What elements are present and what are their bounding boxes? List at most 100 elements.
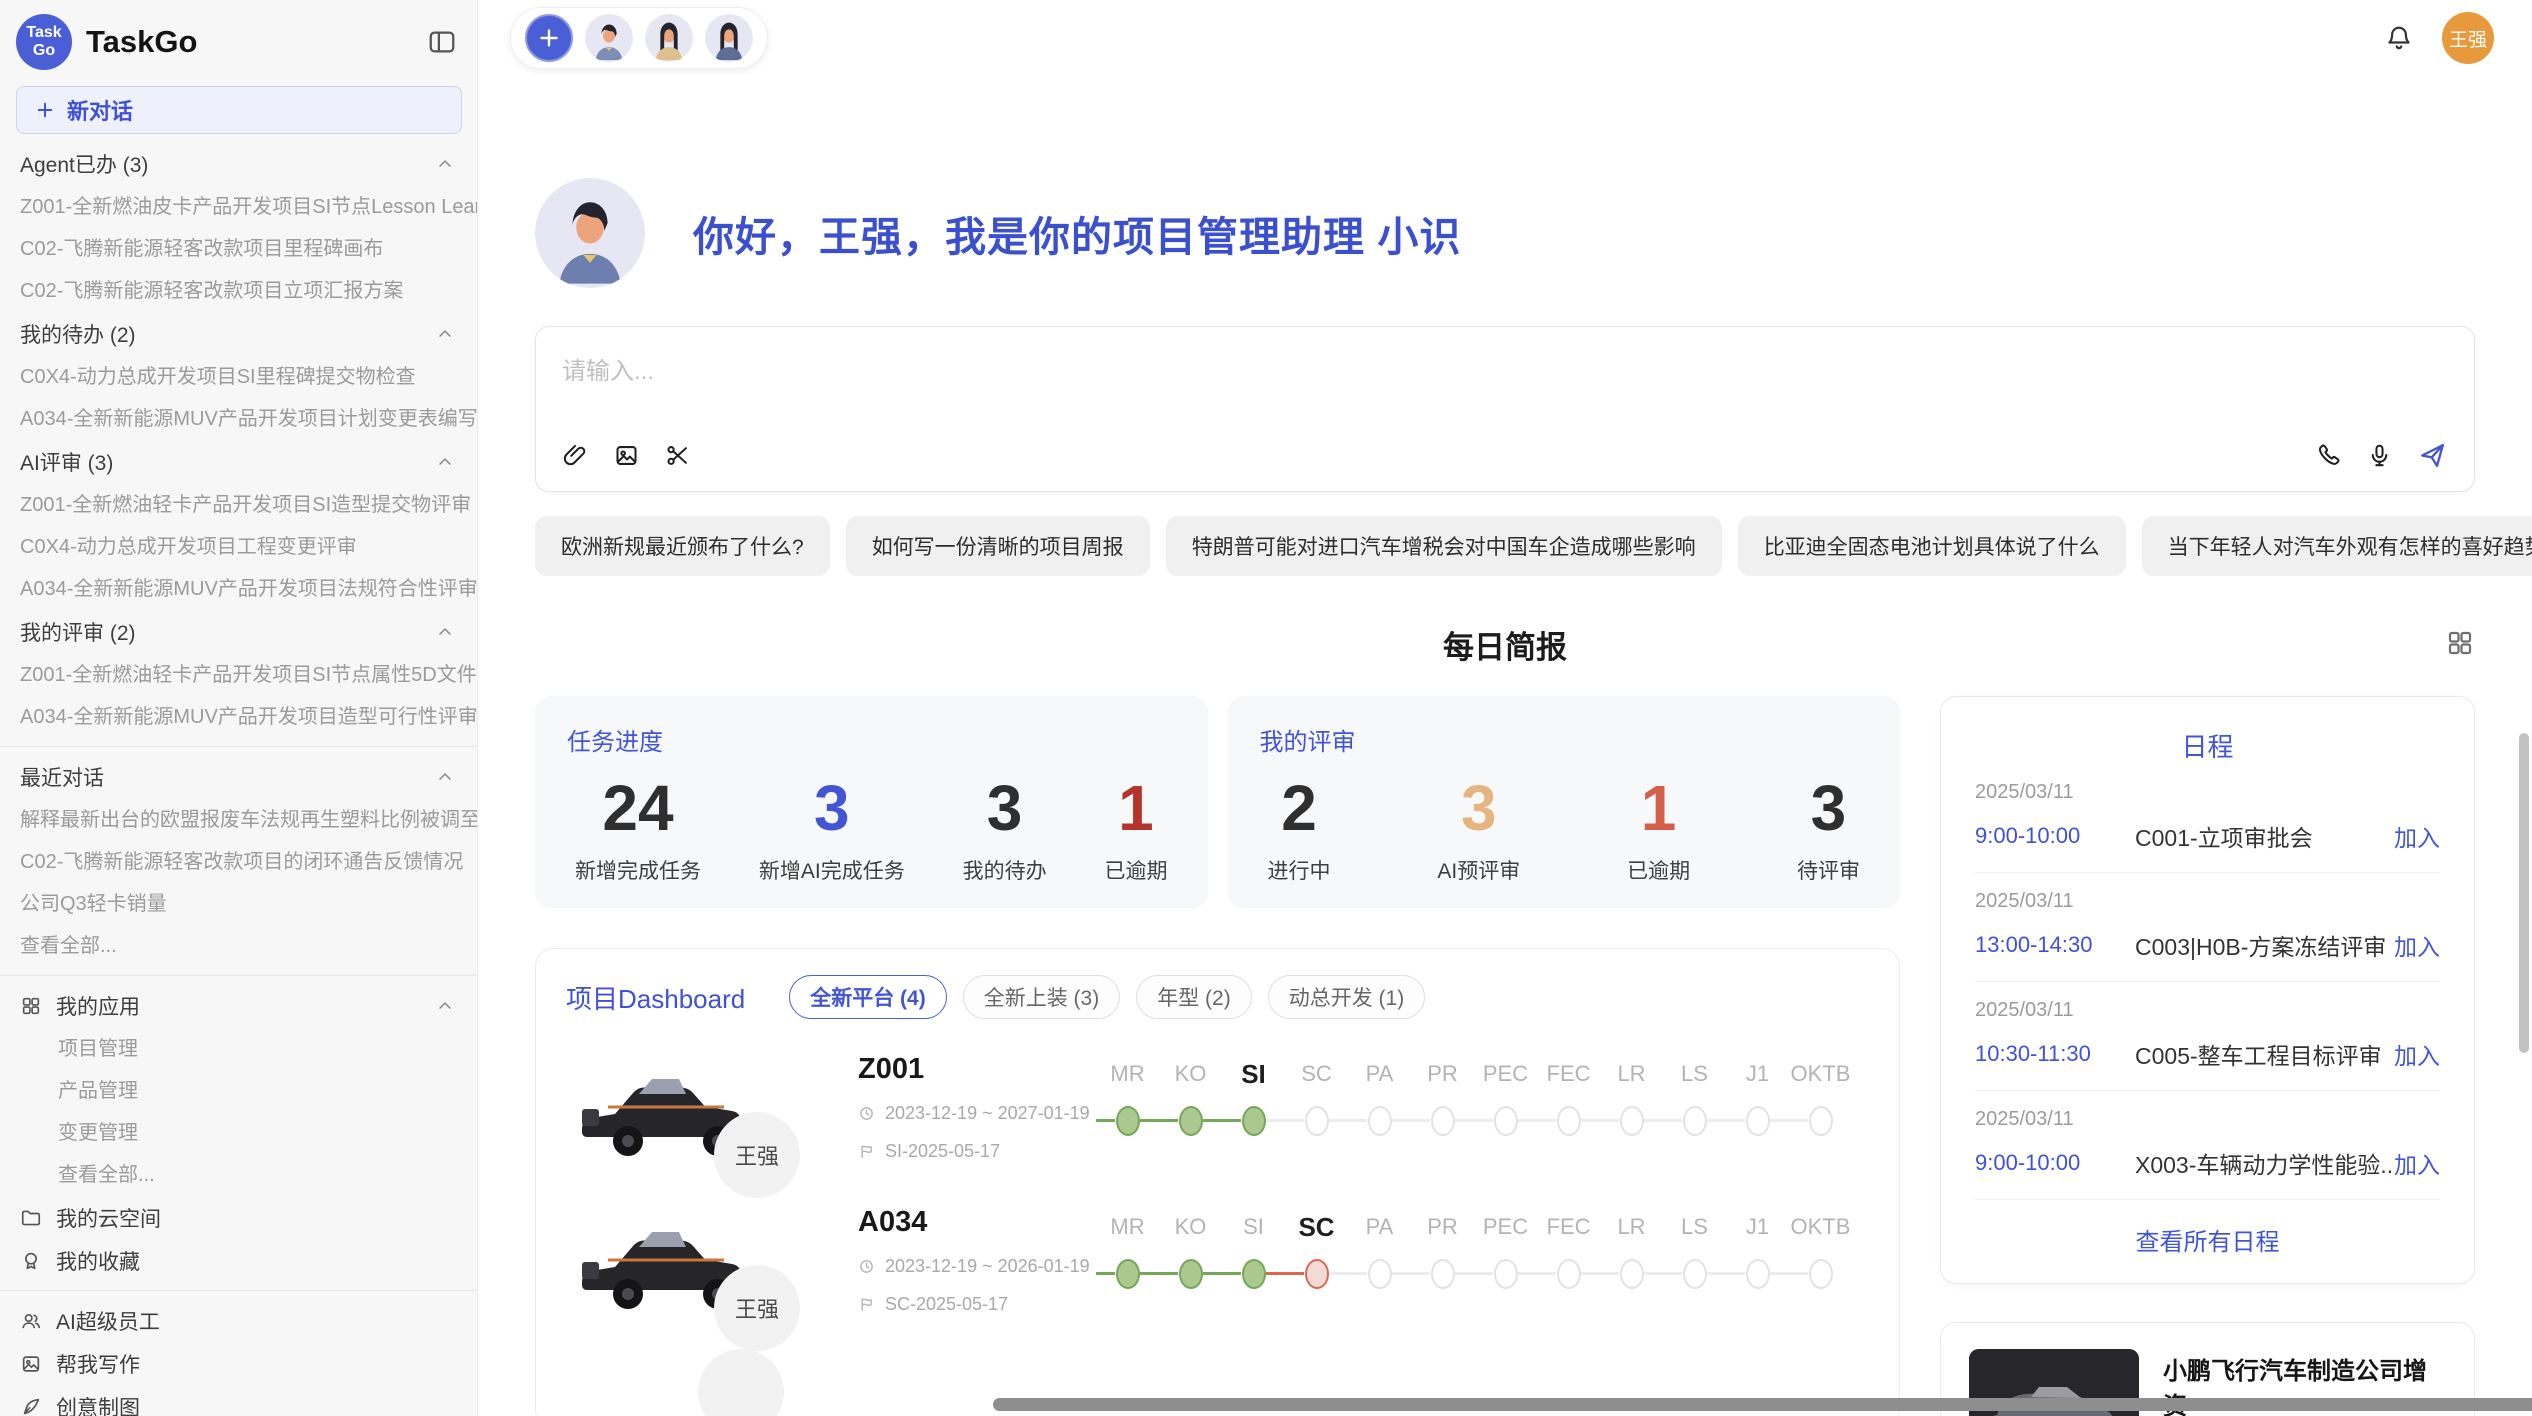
project-row: 王强A0342023-12-19 ~ 2026-01-19SC-2025-05-… <box>566 1202 1869 1325</box>
suggestion-chip[interactable]: 特朗普可能对进口汽车增税会对中国车企造成哪些影响 <box>1166 516 1722 576</box>
sidebar-item[interactable]: C02-飞腾新能源轻客改款项目里程碑画布 <box>0 228 477 270</box>
horizontal-scrollbar[interactable] <box>993 1398 2532 1411</box>
briefing-right-column: 日程 2025/03/119:00-10:00C001-立项审批会加入2025/… <box>1940 696 2475 1416</box>
sidebar-divider <box>0 975 477 976</box>
agent-avatar-female-2[interactable] <box>705 14 753 62</box>
send-icon[interactable] <box>2417 440 2448 471</box>
phone-icon[interactable] <box>2315 442 2342 469</box>
add-agent-button[interactable] <box>525 14 573 62</box>
dashboard-tab[interactable]: 全新平台 (4) <box>789 975 947 1019</box>
chevron-up-icon[interactable] <box>435 154 455 174</box>
dashboard-tab[interactable]: 年型 (2) <box>1136 975 1252 1019</box>
suggestion-chip[interactable]: 欧洲新规最近颁布了什么? <box>535 516 830 576</box>
milestone-label: OKTB <box>1789 1057 1852 1091</box>
sidebar-app-item[interactable]: 项目管理 <box>0 1028 477 1070</box>
collapse-sidebar-icon[interactable] <box>427 27 457 57</box>
sidebar-link-folder[interactable]: 我的云空间 <box>0 1196 477 1239</box>
milestone-connector <box>1770 1119 1789 1122</box>
join-link[interactable]: 加入 <box>2394 819 2440 853</box>
sidebar-item[interactable]: C0X4-动力总成开发项目SI里程碑提交物检查 <box>0 356 477 398</box>
sidebar-link-write[interactable]: 帮我写作 <box>0 1342 477 1385</box>
sidebar-app-item[interactable]: 产品管理 <box>0 1070 477 1112</box>
schedule-date: 2025/03/11 <box>1975 890 2440 913</box>
new-chat-button[interactable]: 新对话 <box>16 86 462 134</box>
chevron-up-icon[interactable] <box>435 996 455 1016</box>
sidebar-link-badge[interactable]: 我的收藏 <box>0 1239 477 1282</box>
sidebar-app-item[interactable]: 查看全部... <box>0 1154 477 1196</box>
scissors-icon[interactable] <box>664 442 691 469</box>
milestone-dot-row <box>1096 1254 1159 1294</box>
stat-value: 2 <box>1268 765 1331 851</box>
milestone-dot-row <box>1663 1101 1726 1141</box>
sidebar-group-header[interactable]: 我的评审 (2) <box>0 610 477 654</box>
milestone-dot-row <box>1348 1254 1411 1294</box>
sidebar-group-header[interactable]: AI评审 (3) <box>0 440 477 484</box>
sidebar-item[interactable]: 公司Q3轻卡销量 <box>0 883 477 925</box>
sidebar-group-header[interactable]: 最近对话 <box>0 755 477 799</box>
stat-label: 我的待办 <box>963 855 1047 885</box>
join-link[interactable]: 加入 <box>2394 1146 2440 1180</box>
milestone-label: SI <box>1222 1057 1285 1091</box>
mic-icon[interactable] <box>2366 442 2393 469</box>
sidebar-app-item[interactable]: 变更管理 <box>0 1112 477 1154</box>
sidebar-group-header[interactable]: 我的待办 (2) <box>0 312 477 356</box>
milestone-connector <box>1707 1272 1726 1275</box>
app-title: TaskGo <box>86 24 427 60</box>
chat-composer[interactable]: 请输入... <box>535 326 2475 492</box>
paperclip-icon[interactable] <box>562 442 589 469</box>
suggestion-chips: 欧洲新规最近颁布了什么? 如何写一份清晰的项目周报特朗普可能对进口汽车增税会对中国… <box>535 516 2475 576</box>
join-link[interactable]: 加入 <box>2394 928 2440 962</box>
milestone-connector <box>1140 1272 1159 1275</box>
agent-avatar-male-1[interactable] <box>585 14 633 62</box>
dashboard-tab[interactable]: 动总开发 (1) <box>1268 975 1426 1019</box>
notification-bell-icon[interactable] <box>2384 23 2414 53</box>
sidebar-item[interactable]: C0X4-动力总成开发项目工程变更评审 <box>0 526 477 568</box>
sidebar-item[interactable]: A034-全新新能源MUV产品开发项目法规符合性评审 <box>0 568 477 610</box>
sidebar-link-label: 我的云空间 <box>56 1203 161 1233</box>
project-milestone-date: SC-2025-05-17 <box>858 1294 1096 1315</box>
milestone-OKTB: OKTB <box>1789 1057 1852 1141</box>
milestone-dot-row <box>1600 1101 1663 1141</box>
schedule-date: 2025/03/11 <box>1975 781 2440 804</box>
dashboard-tab[interactable]: 全新上装 (3) <box>963 975 1121 1019</box>
join-link[interactable]: 加入 <box>2394 1037 2440 1071</box>
sidebar-item[interactable]: A034-全新新能源MUV产品开发项目计划变更表编写 <box>0 398 477 440</box>
vertical-scrollbar[interactable] <box>2519 733 2529 1053</box>
sidebar-item[interactable]: Z001-全新燃油皮卡产品开发项目SI节点Lesson Learn报告 <box>0 186 477 228</box>
sidebar-link-people[interactable]: AI超级员工 <box>0 1299 477 1342</box>
user-avatar[interactable]: 王强 <box>2442 12 2494 64</box>
milestone-dot <box>1242 1259 1266 1289</box>
chevron-up-icon[interactable] <box>435 452 455 472</box>
stat-card: 任务进度24新增完成任务3新增AI完成任务3我的待办1已逾期 <box>535 696 1208 908</box>
sidebar-item[interactable]: C02-飞腾新能源轻客改款项目的闭环通告反馈情况 <box>0 841 477 883</box>
chevron-up-icon[interactable] <box>435 767 455 787</box>
sidebar-link-pen[interactable]: 创意制图 <box>0 1385 477 1416</box>
sidebar-apps-header[interactable]: 我的应用 <box>0 984 477 1028</box>
sidebar-item[interactable]: C02-飞腾新能源轻客改款项目立项汇报方案 <box>0 270 477 312</box>
layout-grid-icon[interactable] <box>2445 628 2475 658</box>
chevron-up-icon[interactable] <box>435 622 455 642</box>
milestone-connector <box>1455 1119 1474 1122</box>
project-row: 王强Z0012023-12-19 ~ 2027-01-19SI-2025-05-… <box>566 1049 1869 1172</box>
sidebar-group-title: 最近对话 <box>20 762 435 792</box>
sidebar-group-header[interactable]: Agent已办 (3) <box>0 142 477 186</box>
suggestion-chip[interactable]: 如何写一份清晰的项目周报 <box>846 516 1150 576</box>
sidebar-item[interactable]: Z001-全新燃油轻卡产品开发项目SI造型提交物评审 <box>0 484 477 526</box>
milestone-dot-row <box>1159 1101 1222 1141</box>
milestone-label: PR <box>1411 1057 1474 1091</box>
sidebar-item[interactable]: 查看全部... <box>0 925 477 967</box>
milestone-dot <box>1557 1106 1581 1136</box>
sidebar-item[interactable]: Z001-全新燃油轻卡产品开发项目SI节点属性5D文件评审 <box>0 654 477 696</box>
milestone-connector <box>1600 1272 1619 1275</box>
briefing-columns: 任务进度24新增完成任务3新增AI完成任务3我的待办1已逾期我的评审2进行中3A… <box>535 696 2475 1416</box>
project-date-range: 2023-12-19 ~ 2026-01-19 <box>858 1256 1096 1277</box>
chevron-up-icon[interactable] <box>435 324 455 344</box>
milestone-label: OKTB <box>1789 1210 1852 1244</box>
view-all-schedule-link[interactable]: 查看所有日程 <box>1975 1200 2440 1263</box>
sidebar-item[interactable]: 解释最新出台的欧盟报废车法规再生塑料比例被调至15%... <box>0 799 477 841</box>
suggestion-chip[interactable]: 当下年轻人对汽车外观有怎样的喜好趋势 <box>2142 516 2532 576</box>
suggestion-chip[interactable]: 比亚迪全固态电池计划具体说了什么 <box>1738 516 2126 576</box>
sidebar-item[interactable]: A034-全新新能源MUV产品开发项目造型可行性评审 <box>0 696 477 738</box>
image-icon[interactable] <box>613 442 640 469</box>
agent-avatar-female-1[interactable] <box>645 14 693 62</box>
